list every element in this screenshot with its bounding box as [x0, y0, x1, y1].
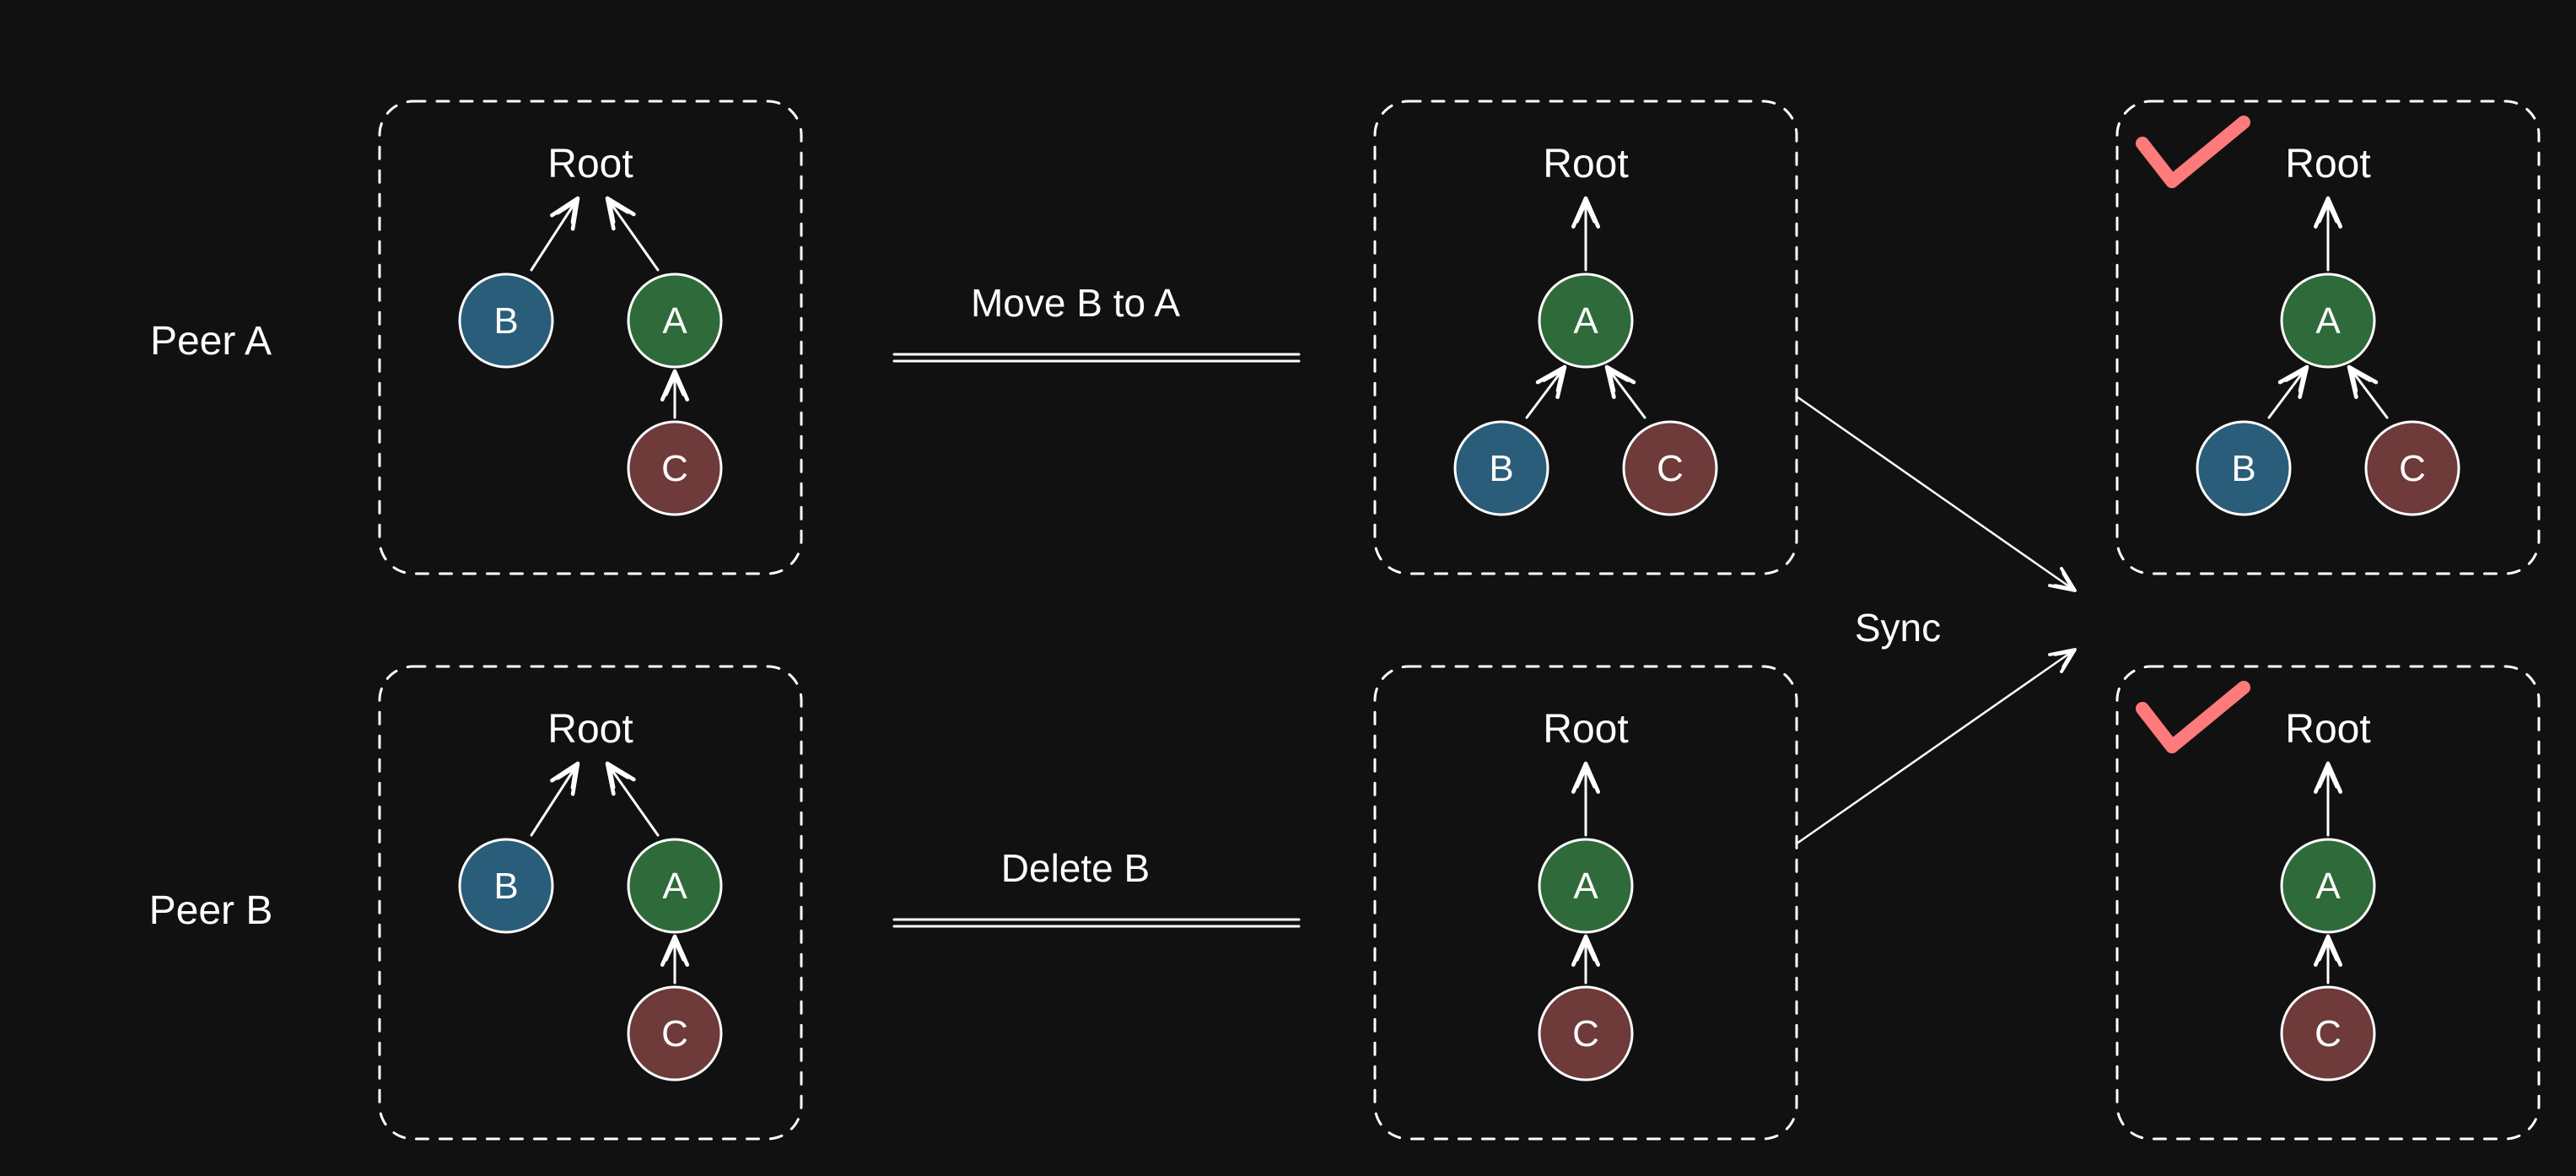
svg-text:C: C — [1657, 448, 1684, 489]
svg-text:Root: Root — [2285, 142, 2370, 186]
svg-text:A: A — [1573, 300, 1598, 342]
peer-b-after-op-box: Root A C — [1375, 666, 1797, 1139]
sync-label: Sync — [1855, 606, 1941, 650]
svg-text:Root: Root — [1543, 142, 1628, 186]
sync-arrows: Sync — [1797, 396, 2075, 844]
check-icon — [2142, 688, 2244, 747]
svg-text:C: C — [2399, 448, 2426, 489]
svg-text:C: C — [661, 1013, 688, 1055]
svg-text:A: A — [2315, 300, 2341, 342]
svg-text:A: A — [662, 866, 687, 907]
svg-text:A: A — [2315, 866, 2341, 907]
svg-text:Root: Root — [547, 707, 633, 752]
peer-a-initial-box: Root B A C — [380, 101, 801, 574]
peer-b-initial-box: Root B A C — [380, 666, 801, 1139]
svg-text:Move B to A: Move B to A — [971, 281, 1180, 325]
peer-a-label: Peer A — [150, 319, 272, 364]
crdt-sync-diagram: Peer A Peer B Root B A C Move B to A Roo… — [0, 0, 2576, 1176]
op-delete-b: Delete B — [894, 846, 1299, 926]
svg-text:A: A — [1573, 866, 1598, 907]
op-move-b-to-a: Move B to A — [894, 281, 1299, 361]
peer-b-label: Peer B — [149, 888, 273, 933]
svg-text:A: A — [662, 300, 687, 342]
peer-a-after-op-box: Root A B C — [1375, 101, 1797, 574]
svg-text:B: B — [493, 300, 518, 342]
check-icon — [2142, 122, 2244, 181]
svg-text:Root: Root — [1543, 707, 1628, 752]
peer-a-after-sync-box: Root A B C — [2117, 101, 2539, 574]
svg-text:Delete B: Delete B — [1001, 846, 1150, 890]
peer-b-after-sync-box: Root A C — [2117, 666, 2539, 1139]
svg-text:B: B — [493, 866, 518, 907]
svg-text:C: C — [2315, 1013, 2342, 1055]
svg-text:C: C — [661, 448, 688, 489]
svg-text:C: C — [1572, 1013, 1599, 1055]
svg-text:B: B — [2231, 448, 2255, 489]
svg-text:B: B — [1489, 448, 1513, 489]
svg-text:Root: Root — [2285, 707, 2370, 752]
root-label: Root — [547, 142, 633, 186]
